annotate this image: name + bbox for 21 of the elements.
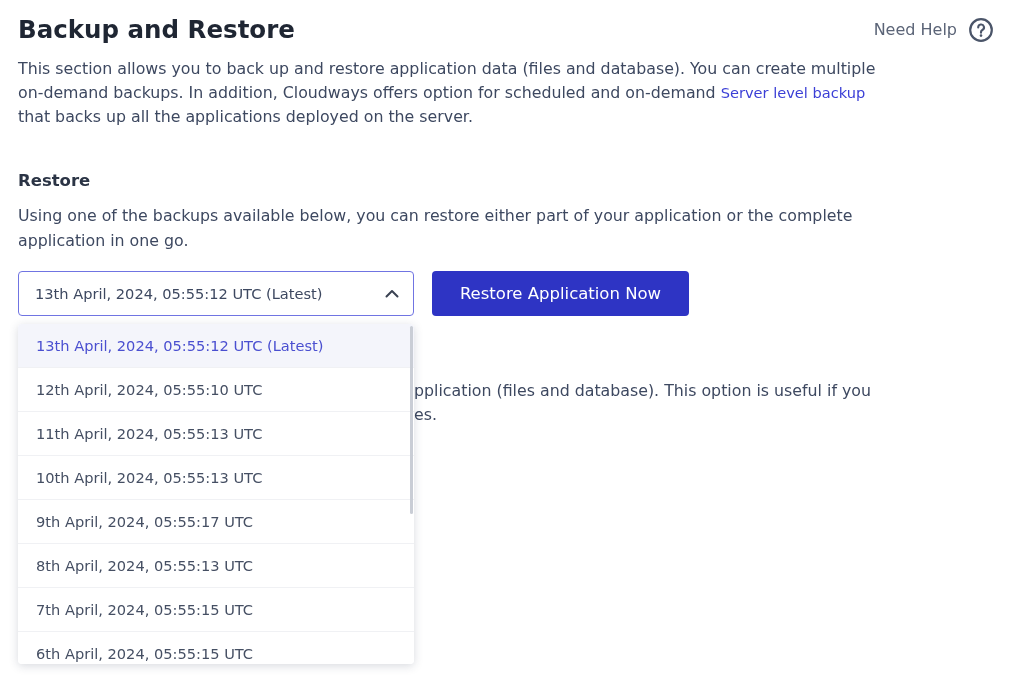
backup-option[interactable]: 12th April, 2024, 05:55:10 UTC <box>18 368 414 412</box>
restore-description: Using one of the backups available below, you can restore either part of your application or the complete application in one go. <box>18 205 854 252</box>
chevron-icon <box>385 289 399 298</box>
backup-option[interactable]: 6th April, 2024, 05:55:15 UTC <box>18 632 414 664</box>
help-icon <box>969 18 993 42</box>
intro-paragraph: This section allows you to back up and restore application data (files and database). You can create multiple on-demand backups. In addition, Cloudways offers option for scheduled and on-demand Server level backup that backs up all the applications deployed on the server. <box>18 58 877 128</box>
backup-option[interactable]: 11th April, 2024, 05:55:13 UTC <box>18 412 414 456</box>
page-title: Backup and Restore <box>18 14 295 46</box>
backup-option[interactable]: 9th April, 2024, 05:55:17 UTC <box>18 500 414 544</box>
backup-option[interactable]: 13th April, 2024, 05:55:12 UTC (Latest) <box>18 324 414 368</box>
backup-option[interactable]: 10th April, 2024, 05:55:13 UTC <box>18 456 414 500</box>
need-help-link[interactable]: Need Help <box>873 18 993 42</box>
server-backup-link[interactable]: Server level backup <box>720 84 866 101</box>
scrollbar[interactable] <box>410 326 413 514</box>
paragraph-text: es. <box>414 404 437 426</box>
backup-select[interactable]: 13th April, 2024, 05:55:12 UTC (Latest) <box>18 271 414 316</box>
backup-option[interactable]: 7th April, 2024, 05:55:15 UTC <box>18 588 414 632</box>
paragraph-text: pplication (files and database). This option is useful if you <box>414 380 871 402</box>
backup-option[interactable]: 8th April, 2024, 05:55:13 UTC <box>18 544 414 588</box>
restore-heading: Restore <box>18 170 92 192</box>
restore-application-button[interactable]: Restore Application Now <box>432 271 689 316</box>
